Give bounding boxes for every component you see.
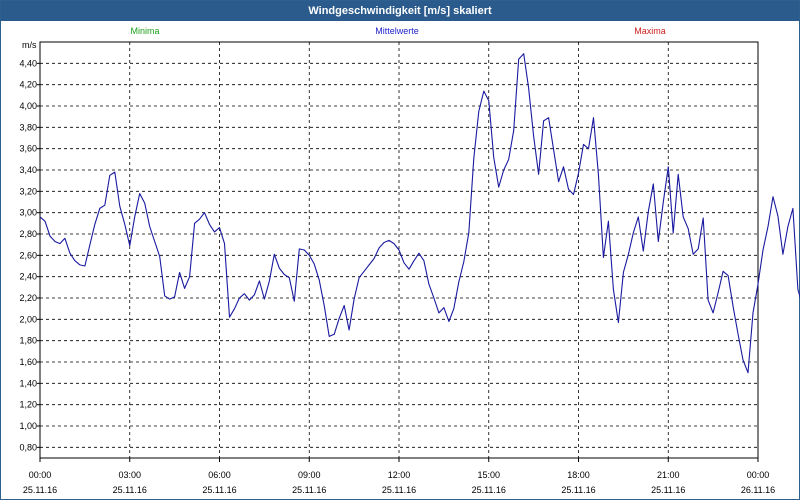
y-tick-label: 3,80: [19, 122, 37, 132]
x-tick-date: 25.11.16: [561, 485, 595, 495]
x-tick-time: 12:00: [388, 470, 411, 480]
legend-minima: Minima: [130, 26, 159, 36]
x-tick-date: 26.11.16: [741, 485, 775, 495]
y-tick-label: 2,20: [19, 293, 37, 303]
y-tick-label: 1,40: [19, 378, 37, 388]
y-tick-label: 1,00: [19, 421, 37, 431]
x-tick-time: 21:00: [657, 470, 680, 480]
y-tick-label: 1,60: [19, 357, 37, 367]
x-tick-time: 15:00: [477, 470, 500, 480]
y-tick-label: 1,20: [19, 400, 37, 410]
x-tick-date: 25.11.16: [382, 485, 416, 495]
x-tick-date: 25.11.16: [472, 485, 506, 495]
x-tick-time: 03:00: [118, 470, 141, 480]
chart-svg: Minima Mittelwerte Maxima m/s 0,80 1,00 1,…: [19, 26, 800, 495]
legend-maxima: Maxima: [634, 26, 666, 36]
x-tick-date: 25.11.16: [651, 485, 685, 495]
y-tick-label: 4,40: [19, 58, 37, 68]
y-tick-label: 3,20: [19, 186, 37, 196]
x-tick-date: 25.11.16: [202, 485, 236, 495]
x-tick-time: 00:00: [29, 470, 52, 480]
x-tick-time: 06:00: [208, 470, 231, 480]
x-tick-time: 18:00: [567, 470, 590, 480]
y-tick-label: 3,00: [19, 208, 37, 218]
y-tick-label: 2,60: [19, 250, 37, 260]
y-tick-label: 4,00: [19, 101, 37, 111]
y-axis-label: m/s: [22, 40, 37, 50]
y-tick-label: 4,20: [19, 80, 37, 90]
y-tick-label: 0,80: [19, 442, 37, 452]
legend-mittelwerte: Mittelwerte: [375, 26, 419, 36]
x-tick-time: 00:00: [747, 470, 770, 480]
y-tick-label: 3,60: [19, 144, 37, 154]
x-tick-date: 25.11.16: [113, 485, 147, 495]
y-tick-label: 2,40: [19, 272, 37, 282]
y-tick-label: 1,80: [19, 336, 37, 346]
y-tick-label: 2,00: [19, 314, 37, 324]
series-line-mittelwerte: [39, 53, 800, 374]
x-tick-date: 25.11.16: [292, 485, 326, 495]
y-tick-label: 3,40: [19, 165, 37, 175]
x-tick-date: 25.11.16: [23, 485, 57, 495]
x-tick-time: 09:00: [298, 470, 321, 480]
y-tick-label: 2,80: [19, 229, 37, 239]
